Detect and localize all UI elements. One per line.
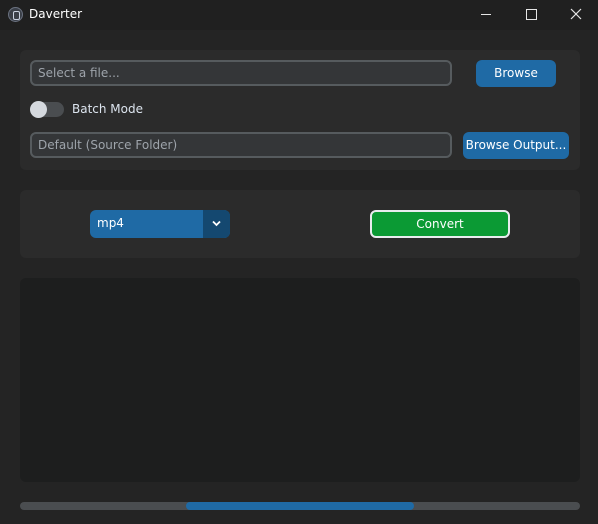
- window-title: Daverter: [29, 7, 83, 21]
- batch-mode-label: Batch Mode: [72, 102, 144, 116]
- output-folder-input[interactable]: Default (Source Folder): [30, 132, 452, 158]
- minimize-icon: [481, 14, 491, 15]
- maximize-icon: [526, 9, 537, 20]
- chevron-down-icon: [212, 220, 221, 227]
- log-output-area: [20, 278, 580, 482]
- browse-button[interactable]: Browse: [476, 60, 556, 87]
- format-dropdown[interactable]: mp4: [90, 210, 230, 238]
- title-bar: Daverter: [0, 0, 598, 30]
- progress-indicator: [186, 502, 414, 510]
- switch-knob: [30, 101, 47, 118]
- app-logo-icon: [8, 7, 23, 22]
- batch-mode-switch[interactable]: [30, 101, 64, 118]
- dropdown-arrow-button[interactable]: [203, 210, 230, 238]
- file-path-input[interactable]: Select a file...: [30, 60, 452, 86]
- convert-button[interactable]: Convert: [370, 210, 510, 238]
- close-button[interactable]: [553, 0, 598, 30]
- progress-bar: [20, 502, 580, 510]
- minimize-button[interactable]: [464, 0, 510, 30]
- browse-output-button[interactable]: Browse Output...: [463, 132, 569, 159]
- close-icon: [570, 8, 582, 20]
- maximize-button[interactable]: [509, 0, 555, 30]
- format-selected-value: mp4: [97, 216, 124, 230]
